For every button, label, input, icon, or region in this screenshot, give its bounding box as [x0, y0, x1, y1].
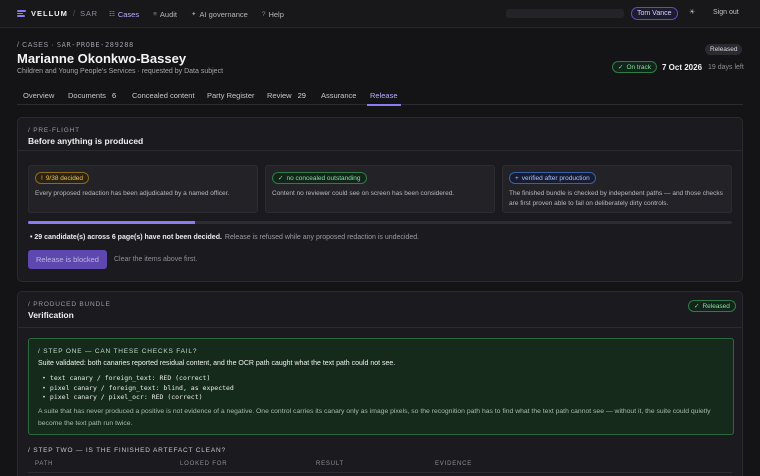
- breadcrumb-cases[interactable]: / CASES ·: [17, 42, 54, 49]
- case-id: SAR-PROBE-289288: [56, 41, 134, 49]
- nav-label: Cases: [117, 9, 140, 19]
- plus-icon: +: [515, 174, 519, 182]
- tab-label: Release: [370, 91, 398, 100]
- tab-label: Review: [267, 91, 292, 100]
- cases-icon: ☷: [109, 11, 115, 18]
- brand[interactable]: VELLUM / SAR: [17, 9, 98, 18]
- tab-label: Concealed content: [132, 91, 195, 100]
- check-card-concealed: ✓ no concealed outstanding Content no re…: [265, 165, 495, 213]
- column-header-looked-for: LOOKED FOR: [180, 461, 228, 467]
- brand-name: VELLUM: [31, 9, 68, 18]
- tab-assurance[interactable]: Assurance: [321, 91, 356, 100]
- tab-overview[interactable]: Overview: [23, 91, 54, 100]
- days-left: 19 days left: [708, 64, 744, 71]
- release-blocked-button[interactable]: Release is blocked: [28, 250, 107, 269]
- tab-count: 29: [297, 91, 306, 100]
- blurred-search-field[interactable]: [506, 9, 624, 18]
- column-header-evidence: EVIDENCE: [435, 461, 473, 467]
- card-description: Every proposed redaction has been adjudi…: [35, 190, 230, 197]
- check-card-verified: + verified after production The finished…: [502, 165, 732, 213]
- blocked-message-rest: Release is refused while any proposed re…: [224, 234, 420, 241]
- list-item: text canary / foreign_text: RED (correct…: [42, 374, 234, 384]
- step-two-kicker: / STEP TWO — IS THE FINISHED ARTEFACT CL…: [28, 447, 226, 454]
- card-description: Content no reviewer could see on screen …: [272, 190, 455, 197]
- brand-separator: /: [72, 9, 76, 18]
- audit-icon: ≡: [153, 10, 157, 18]
- table-divider: [28, 472, 732, 473]
- card-description: The finished bundle is checked by indepe…: [509, 190, 723, 207]
- tab-documents[interactable]: Documents 6: [68, 91, 116, 100]
- sign-out-link[interactable]: Sign out: [713, 9, 739, 16]
- tab-party-register[interactable]: Party Register: [207, 91, 255, 100]
- nav-label: Audit: [159, 9, 177, 19]
- nav-audit[interactable]: ≡ Audit: [148, 6, 182, 22]
- case-status-badge: Released: [705, 44, 743, 55]
- column-header-result: RESULT: [316, 461, 345, 467]
- nav-label: AI governance: [199, 9, 248, 19]
- logo-icon: [17, 10, 26, 17]
- nav-ai-governance[interactable]: ✦ AI governance: [186, 6, 253, 22]
- blocked-message-bold: • 29 candidate(s) across 6 page(s) have …: [30, 234, 222, 241]
- nav-help[interactable]: ? Help: [257, 6, 289, 22]
- nav-cases[interactable]: ☷ Cases: [104, 6, 144, 22]
- section-title: Before anything is produced: [28, 136, 144, 146]
- bundle-header: / PRODUCED BUNDLE Verification ✓ Release…: [18, 292, 742, 328]
- section-kicker: / PRODUCED BUNDLE: [28, 301, 111, 308]
- badge-label: verified after production: [521, 174, 590, 182]
- top-navbar: VELLUM / SAR ☷ Cases ≡ Audit ✦ AI govern…: [0, 0, 760, 28]
- warning-icon: !: [41, 174, 43, 182]
- nav-label: Help: [268, 9, 284, 19]
- sparkle-icon: ✦: [191, 11, 197, 18]
- case-tabs: Overview Documents 6 Concealed content P…: [17, 86, 743, 106]
- evidence-table-header: PATH LOOKED FOR RESULT EVIDENCE: [35, 461, 725, 471]
- brand-subtitle: SAR: [80, 9, 98, 18]
- badge-label: 9/38 decided: [45, 174, 84, 182]
- help-icon: ?: [261, 10, 266, 18]
- tab-concealed-content[interactable]: Concealed content: [132, 91, 195, 100]
- tab-label: Overview: [23, 91, 55, 100]
- badge-label: no concealed outstanding: [286, 174, 361, 182]
- tab-label: Assurance: [321, 91, 357, 100]
- suite-note: A suite that has never produced a positi…: [38, 408, 711, 427]
- main-nav: ☷ Cases ≡ Audit ✦ AI governance ? Help: [104, 6, 289, 22]
- blocked-message: • 29 candidate(s) across 6 page(s) have …: [30, 234, 419, 241]
- check-icon: ✓: [278, 175, 284, 182]
- column-header-path: PATH: [35, 461, 54, 467]
- case-subtitle: Children and Young People's Services · r…: [17, 68, 224, 75]
- user-menu[interactable]: Tom Vance: [631, 7, 678, 20]
- tab-label: Documents: [68, 91, 106, 100]
- section-kicker: / PRE-FLIGHT: [28, 127, 80, 134]
- page-title: Marianne Okonkwo-Bassey: [17, 51, 187, 66]
- tab-label: Party Register: [207, 91, 255, 100]
- breadcrumb: / CASES · SAR-PROBE-289288: [17, 41, 134, 49]
- blocked-hint: Clear the items above first.: [114, 256, 198, 263]
- tab-count: 6: [111, 91, 117, 100]
- released-badge: ✓ Released: [688, 300, 736, 312]
- list-item: pixel canary / pixel_ocr: RED (correct): [42, 393, 234, 403]
- decision-progress-bar: [28, 221, 732, 224]
- theme-toggle-icon[interactable]: ☀: [689, 8, 695, 16]
- step-one-box: / STEP ONE — CAN THESE CHECKS FAIL? Suit…: [28, 338, 734, 435]
- step-one-kicker: / STEP ONE — CAN THESE CHECKS FAIL?: [38, 348, 198, 355]
- tab-review[interactable]: Review 29: [267, 91, 306, 100]
- check-icon: ✓: [694, 303, 700, 310]
- concealed-badge: ✓ no concealed outstanding: [272, 172, 367, 184]
- on-track-label: On track: [626, 63, 652, 71]
- suite-summary: Suite validated: both canaries reported …: [38, 360, 396, 367]
- preflight-header: / PRE-FLIGHT Before anything is produced: [18, 118, 742, 151]
- preflight-panel: / PRE-FLIGHT Before anything is produced…: [17, 117, 743, 282]
- produced-bundle-panel: / PRODUCED BUNDLE Verification ✓ Release…: [17, 291, 743, 476]
- due-date: 7 Oct 2026: [662, 63, 703, 72]
- tab-release[interactable]: Release: [367, 91, 401, 106]
- check-icon: ✓: [618, 64, 624, 71]
- badge-label: Released: [702, 302, 730, 310]
- list-item: pixel canary / foreign_text: blind, as e…: [42, 384, 234, 394]
- check-card-decided: ! 9/38 decided Every proposed redaction …: [28, 165, 258, 213]
- section-title: Verification: [28, 310, 74, 320]
- canary-list: text canary / foreign_text: RED (correct…: [42, 374, 234, 403]
- on-track-badge: ✓ On track: [612, 61, 658, 73]
- decided-badge: ! 9/38 decided: [35, 172, 90, 184]
- verified-badge: + verified after production: [509, 172, 596, 184]
- progress-fill: [28, 221, 195, 224]
